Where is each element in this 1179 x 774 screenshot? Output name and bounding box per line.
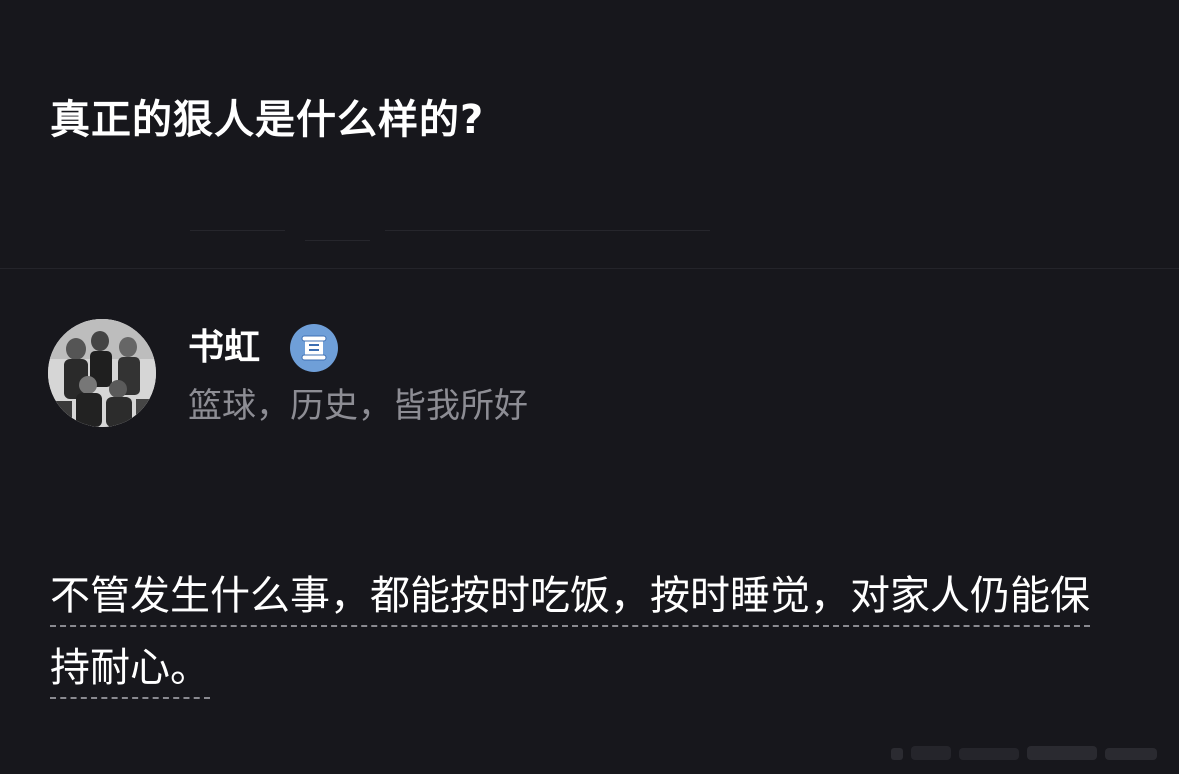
author-avatar[interactable] bbox=[48, 319, 156, 427]
faint-divider-segment bbox=[385, 230, 710, 231]
faint-divider-segment bbox=[305, 240, 370, 241]
author-name[interactable]: 书虹 bbox=[188, 322, 260, 374]
answer-text[interactable]: 不管发生什么事，都能按时吃饭，按时睡觉，对家人仍能保持耐心。 bbox=[50, 573, 1090, 699]
section-divider bbox=[0, 268, 1179, 269]
faint-divider-segment bbox=[190, 230, 285, 231]
question-title[interactable]: 真正的狠人是什么样的? bbox=[50, 88, 484, 152]
author-badge[interactable] bbox=[290, 324, 338, 372]
watermark-icon bbox=[891, 746, 1157, 760]
answer-content[interactable]: 不管发生什么事，都能按时吃饭，按时睡觉，对家人仍能保持耐心。 bbox=[50, 560, 1125, 704]
avatar-photo bbox=[48, 319, 156, 427]
scroll-badge-icon bbox=[301, 335, 327, 361]
author-bio: 篮球，历史，皆我所好 bbox=[188, 386, 528, 426]
